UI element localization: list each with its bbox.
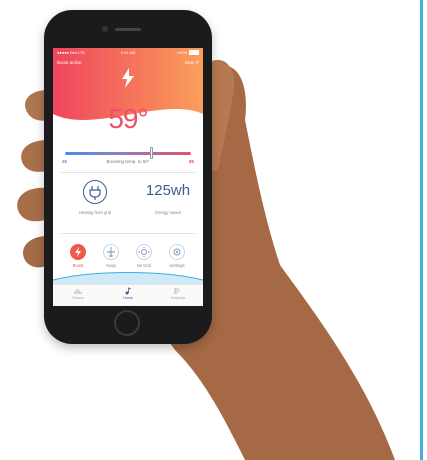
app-screen: ●●●●● Bell LTE 9:41 AM 100% Boost active… [53, 48, 203, 306]
gear-icon [173, 248, 181, 256]
mode-label: Settings [169, 263, 185, 268]
plane-icon [107, 247, 115, 257]
mode-label: No Grid [136, 263, 152, 268]
temperature-slider-thumb[interactable] [150, 147, 154, 159]
tab-schedule[interactable]: Schedule [158, 287, 198, 300]
phone: ●●●●● Bell LTE 9:41 AM 100% Boost active… [44, 10, 212, 344]
boost-mode-button[interactable] [70, 244, 86, 260]
home-button[interactable] [114, 310, 140, 336]
schedule-icon [174, 288, 180, 294]
energy-value: 125wh [145, 182, 191, 199]
chart-icon [74, 289, 82, 294]
divider [61, 233, 195, 234]
boost-temperature-label: Boosting temp. to 60° [106, 159, 150, 164]
battery-icon [189, 50, 199, 56]
mode-label: Away [105, 263, 117, 268]
bottom-wave [53, 272, 203, 284]
bolt-icon [75, 247, 81, 257]
tab-label: Stream [72, 296, 84, 300]
max-temperature: 86 [188, 159, 194, 164]
mode-label: Boost [72, 263, 84, 268]
status-bar: ●●●●● Bell LTE 9:41 AM 100% [53, 49, 203, 57]
stop-button[interactable]: Stop ✕ [185, 60, 199, 66]
battery-status: 100% [177, 50, 199, 56]
speaker [115, 28, 141, 31]
tab-label: Home [123, 296, 133, 300]
no-grid-mode-button[interactable] [136, 244, 152, 260]
away-mode-button[interactable] [103, 244, 119, 260]
heating-source-label: Heating from grid [78, 210, 112, 215]
music-icon [125, 287, 132, 295]
divider [61, 172, 195, 173]
temperature-slider[interactable] [65, 152, 191, 155]
tab-home[interactable]: Home [108, 287, 148, 300]
plug-icon [83, 180, 107, 204]
boost-status-text: Boost active [57, 60, 82, 65]
front-camera [102, 26, 108, 32]
sun-icon [138, 246, 150, 258]
current-temperature: 59° [108, 103, 148, 134]
tab-stream[interactable]: Stream [58, 287, 98, 300]
energy-label: Energy saved [155, 210, 181, 215]
tab-label: Schedule [170, 296, 186, 300]
settings-mode-button[interactable] [169, 244, 185, 260]
tab-bar: Stream Home Schedule [53, 284, 203, 306]
bolt-icon [122, 68, 134, 88]
